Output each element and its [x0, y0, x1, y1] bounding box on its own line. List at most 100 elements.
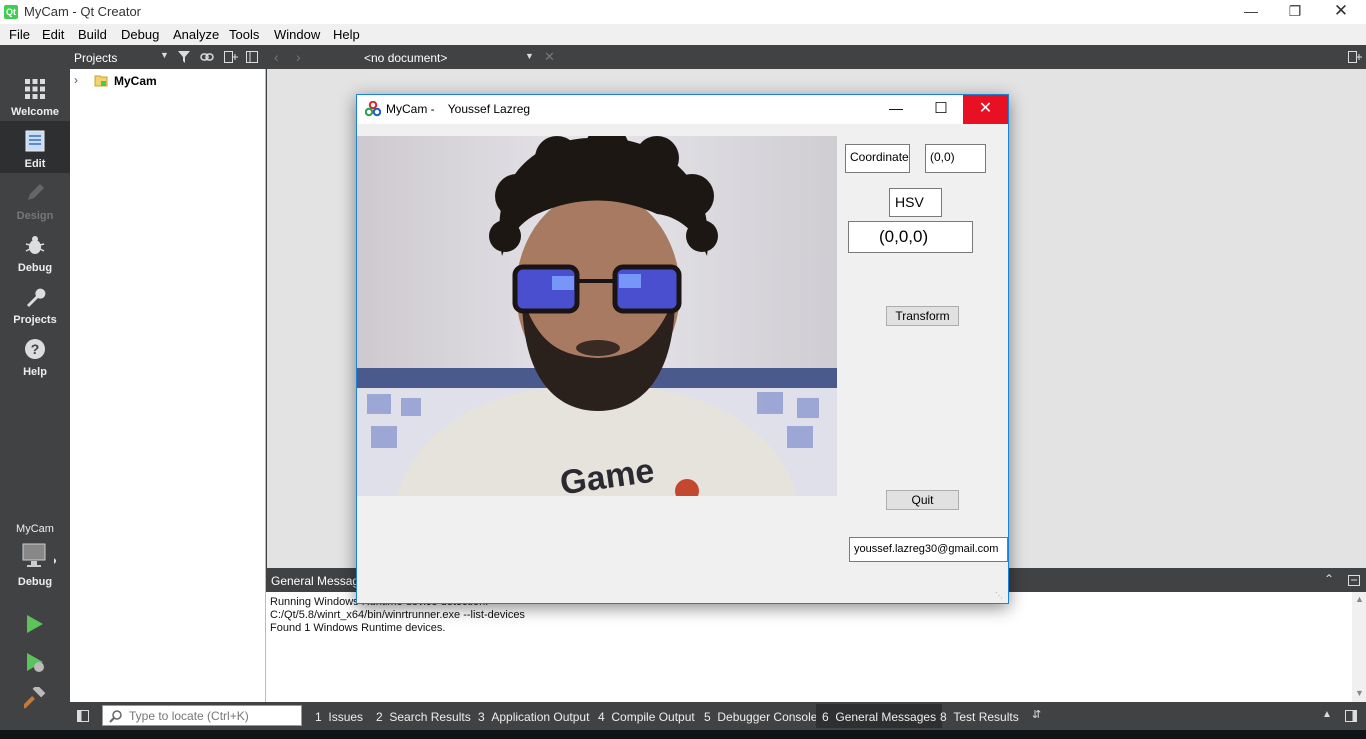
menu-tools[interactable]: Tools [229, 27, 259, 42]
run-icon[interactable] [24, 613, 46, 635]
chevron-down-icon[interactable]: ▼ [160, 50, 169, 60]
help-icon: ? [25, 339, 45, 359]
mode-label: Welcome [10, 106, 60, 118]
output-scrollbar[interactable]: ▲ ▼ [1352, 592, 1366, 702]
document-selector[interactable]: <no document> [364, 51, 447, 65]
resize-grip-icon[interactable]: ⋱ [995, 591, 1003, 600]
tab-number: 5 [704, 710, 711, 724]
kit-project-name: MyCam [16, 523, 54, 535]
menu-window[interactable]: Window [274, 27, 320, 42]
project-tree: › MyCam [70, 69, 266, 702]
mode-label: Edit [24, 158, 46, 170]
quit-button[interactable]: Quit [886, 490, 959, 510]
email-field: youssef.lazreg30@gmail.com [849, 537, 1008, 562]
pencil-icon [28, 184, 44, 200]
tree-item-mycam[interactable]: › MyCam [74, 73, 254, 91]
tab-debugger-console[interactable]: 5 Debugger Console [704, 710, 817, 724]
link-icon[interactable] [200, 51, 214, 63]
tab-label: Issues [328, 710, 364, 724]
tab-application-output[interactable]: 3 Application Output [478, 710, 589, 724]
mode-label: Projects [13, 314, 57, 326]
tab-test-results[interactable]: 8 Test Results [940, 710, 1019, 724]
mode-edit[interactable]: Edit [0, 121, 70, 173]
mode-design[interactable]: Design [0, 173, 70, 225]
locator-placeholder: Type to locate (Ctrl+K) [129, 709, 249, 723]
webcam-frame: Game [357, 136, 837, 496]
window-title: MyCam - Qt Creator [24, 4, 142, 19]
kit-selector[interactable] [22, 543, 57, 574]
status-bar: Type to locate (Ctrl+K) 1 Issues 2 Searc… [70, 702, 1366, 730]
scroll-up-icon[interactable]: ▲ [1355, 594, 1364, 604]
expand-arrow-icon[interactable]: › [74, 73, 78, 87]
close-button[interactable]: ✕ [1318, 0, 1364, 24]
kit-build-mode: Debug [17, 576, 53, 588]
chevron-down-icon[interactable]: ▼ [525, 51, 534, 61]
mode-welcome[interactable]: Welcome [0, 69, 70, 121]
scroll-down-icon[interactable]: ▼ [1355, 688, 1364, 698]
dialog-close-button[interactable]: ✕ [963, 95, 1008, 124]
more-tabs-icon[interactable]: ⇵ [1032, 708, 1041, 721]
output-line: C:/Qt/5.8/winrt_x64/bin/winrtrunner.exe … [270, 609, 525, 621]
restore-button[interactable]: ❐ [1272, 0, 1318, 24]
menu-file[interactable]: File [9, 27, 30, 42]
menu-analyze[interactable]: Analyze [173, 27, 219, 42]
svg-text:?: ? [31, 341, 40, 357]
tab-number: 1 [315, 710, 322, 724]
dialog-title: MyCam - Youssef Lazreg [386, 102, 531, 116]
split-icon[interactable] [224, 51, 238, 63]
tab-label: Application Output [491, 710, 590, 724]
editor-toolbar: ‹ › <no document> ▼ ✕ [266, 45, 1366, 69]
close-pane-icon[interactable] [1348, 575, 1360, 586]
maximize-output-icon[interactable]: ▲ [1322, 709, 1332, 720]
tab-label: Test Results [953, 710, 1019, 724]
tab-number: 2 [376, 710, 383, 724]
tab-general-messages[interactable]: 6 General Messages [816, 704, 943, 728]
windows-taskbar [0, 730, 1366, 739]
mode-debug[interactable]: Debug [0, 225, 70, 277]
wrench-icon [27, 288, 46, 307]
split-editor-icon[interactable] [1348, 51, 1362, 63]
mode-selector: Welcome Edit Design Debug Projects ? Hel… [0, 69, 70, 709]
filter-icon[interactable] [178, 51, 190, 63]
mode-help[interactable]: ? Help [0, 329, 70, 381]
tab-number: 4 [598, 710, 605, 724]
project-folder-icon [94, 75, 108, 87]
toggle-sidebar-icon[interactable] [77, 710, 89, 722]
coordinate-label: Coordinate [845, 144, 910, 173]
mode-label: Help [23, 366, 47, 378]
mode-label: Design [16, 210, 54, 222]
forward-arrow-icon[interactable]: › [296, 49, 301, 65]
window-titlebar: Qt MyCam - Qt Creator — ❐ ✕ [0, 0, 1366, 24]
close-panel-icon[interactable] [246, 51, 258, 63]
tab-search-results[interactable]: 2 Search Results [376, 710, 471, 724]
minimize-button[interactable]: — [1228, 0, 1274, 24]
menu-build[interactable]: Build [78, 27, 107, 42]
locator-input[interactable]: Type to locate (Ctrl+K) [102, 705, 302, 726]
close-document-icon[interactable]: ✕ [544, 49, 555, 65]
menu-help[interactable]: Help [333, 27, 360, 42]
mode-label: Debug [17, 262, 53, 274]
menu-debug[interactable]: Debug [121, 27, 159, 42]
panel-selector[interactable]: Projects [74, 51, 117, 65]
back-arrow-icon[interactable]: ‹ [274, 49, 279, 65]
tab-compile-output[interactable]: 4 Compile Output [598, 710, 695, 724]
mode-projects[interactable]: Projects [0, 277, 70, 329]
tab-number: 3 [478, 710, 485, 724]
dialog-minimize-button[interactable]: — [873, 95, 919, 124]
tab-label: General Messages [835, 710, 937, 724]
start-debugging-icon[interactable] [24, 651, 46, 673]
menu-edit[interactable]: Edit [42, 27, 64, 42]
transform-button[interactable]: Transform [886, 306, 959, 326]
build-hammer-icon[interactable] [24, 687, 46, 709]
hsv-label: HSV [889, 188, 942, 217]
tab-label: Compile Output [611, 710, 695, 724]
maximize-pane-icon[interactable]: ⌃ [1324, 572, 1334, 586]
output-line: Found 1 Windows Runtime devices. [270, 622, 446, 634]
toggle-right-sidebar-icon[interactable] [1345, 710, 1357, 722]
tab-number: 8 [940, 710, 947, 724]
tab-number: 6 [822, 710, 829, 724]
menu-bar: File Edit Build Debug Analyze Tools Wind… [0, 24, 1366, 45]
dialog-maximize-button[interactable]: ☐ [918, 95, 964, 124]
tab-issues[interactable]: 1 Issues [315, 710, 363, 724]
mycam-dialog: MyCam - Youssef Lazreg — ☐ ✕ Game Coordi… [356, 94, 1009, 604]
